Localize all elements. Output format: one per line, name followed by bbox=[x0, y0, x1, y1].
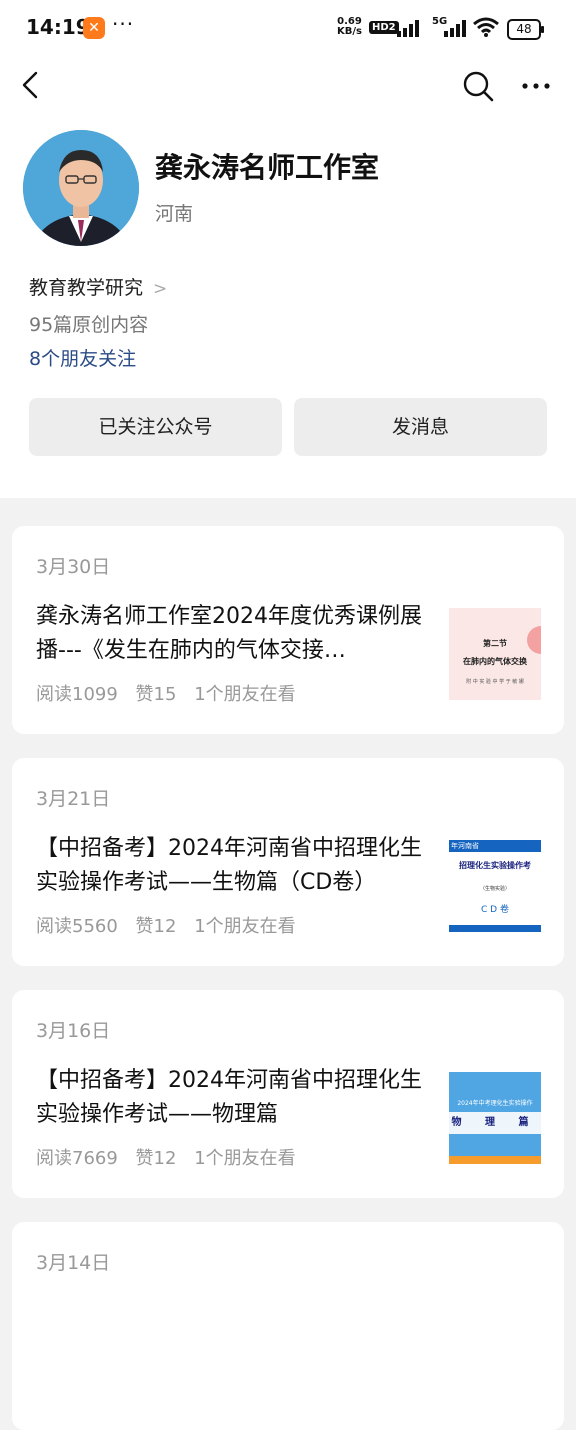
chevron-right-icon: > bbox=[153, 279, 168, 299]
network-speed: 0.69 KB/s bbox=[337, 16, 362, 37]
friends-following-link[interactable]: 8个朋友关注 bbox=[29, 344, 136, 371]
original-count: 95篇原创内容 bbox=[29, 314, 149, 336]
search-icon[interactable] bbox=[462, 70, 494, 102]
followed-button[interactable]: 已关注公众号 bbox=[29, 398, 282, 456]
account-category[interactable]: 教育教学研究 > bbox=[29, 273, 167, 300]
account-name: 龚永涛名师工作室 bbox=[155, 151, 380, 184]
article-card[interactable]: 3月14日 bbox=[12, 1222, 564, 1430]
like-count: 赞12 bbox=[135, 916, 177, 937]
article-thumbnail: 年河南省 招理化生实验操作考 （生物实验） C D 卷 bbox=[449, 840, 541, 932]
article-date: 3月21日 bbox=[36, 788, 111, 810]
avatar-portrait bbox=[23, 130, 139, 246]
article-date: 3月14日 bbox=[36, 1252, 111, 1274]
article-meta: 阅读7669 赞12 1个朋友在看 bbox=[36, 1144, 308, 1170]
article-date: 3月16日 bbox=[36, 1020, 111, 1042]
status-more-indicator: ··· bbox=[112, 12, 135, 36]
friends-reading: 1个朋友在看 bbox=[194, 684, 296, 705]
profile-header: 龚永涛名师工作室 河南 教育教学研究 > 95篇原创内容 8个朋友关注 已关注公众… bbox=[0, 58, 576, 498]
article-title: 龚永涛名师工作室2024年度优秀课例展播---《发生在肺内的气体交接… bbox=[36, 604, 422, 663]
like-count: 赞12 bbox=[135, 1148, 177, 1169]
article-card[interactable]: 3月30日 龚永涛名师工作室2024年度优秀课例展播---《发生在肺内的气体交接… bbox=[12, 526, 564, 734]
wifi-icon bbox=[473, 17, 499, 37]
article-meta: 阅读1099 赞15 1个朋友在看 bbox=[36, 680, 308, 706]
article-date: 3月30日 bbox=[36, 556, 111, 578]
send-message-button[interactable]: 发消息 bbox=[294, 398, 547, 456]
signal-5g-icon bbox=[444, 20, 466, 37]
article-thumbnail: 2024年中考理化生实验操作 物 理 篇 bbox=[449, 1072, 541, 1164]
status-time: 14:19 bbox=[26, 15, 90, 39]
hd-voice-icon: HD2 bbox=[369, 21, 399, 34]
article-title: 【中招备考】2024年河南省中招理化生实验操作考试——物理篇 bbox=[36, 1068, 422, 1127]
account-region: 河南 bbox=[155, 203, 194, 225]
back-icon[interactable] bbox=[18, 70, 48, 100]
article-title: 【中招备考】2024年河南省中招理化生实验操作考试——生物篇（CD卷） bbox=[36, 836, 422, 895]
read-count: 阅读1099 bbox=[36, 684, 118, 705]
read-count: 阅读7669 bbox=[36, 1148, 118, 1169]
article-card[interactable]: 3月21日 【中招备考】2024年河南省中招理化生实验操作考试——生物篇（CD卷… bbox=[12, 758, 564, 966]
article-card[interactable]: 3月16日 【中招备考】2024年河南省中招理化生实验操作考试——物理篇 阅读7… bbox=[12, 990, 564, 1198]
signal-icon bbox=[397, 20, 419, 37]
category-label: 教育教学研究 bbox=[29, 277, 144, 299]
friends-reading: 1个朋友在看 bbox=[194, 916, 296, 937]
like-count: 赞15 bbox=[135, 684, 177, 705]
article-meta: 阅读5560 赞12 1个朋友在看 bbox=[36, 912, 308, 938]
app-notification-icon: ✕ bbox=[83, 17, 105, 39]
battery-icon: 48 bbox=[507, 19, 544, 40]
status-bar: 14:19 ✕ ··· 0.69 KB/s HD2 5G 48 bbox=[0, 0, 576, 58]
read-count: 阅读5560 bbox=[36, 916, 118, 937]
more-options-icon[interactable] bbox=[520, 70, 552, 102]
friends-reading: 1个朋友在看 bbox=[194, 1148, 296, 1169]
avatar[interactable] bbox=[23, 130, 139, 246]
article-thumbnail: 第二节 在肺内的气体交换 附 中 实 验 中 学 于 敏 娜 bbox=[449, 608, 541, 700]
